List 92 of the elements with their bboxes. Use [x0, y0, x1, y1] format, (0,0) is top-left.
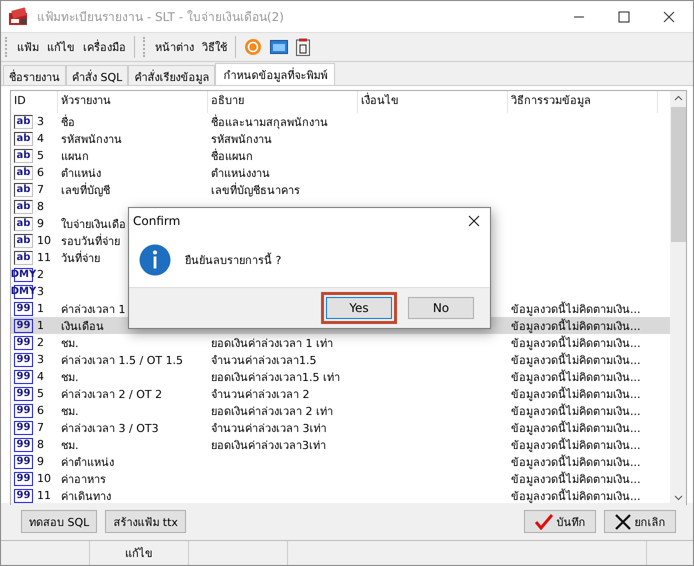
type-badge: ab — [14, 216, 33, 230]
type-badge: ab — [14, 200, 33, 214]
type-badge: ab — [14, 166, 33, 180]
type-badge: 99 — [14, 386, 33, 400]
table-cell-text: ค่าล่วงเวลา 2 / OT 2 — [61, 386, 162, 402]
table-cell-text: วันที่จ่าย — [61, 250, 100, 266]
table-cell: 10 — [37, 234, 51, 247]
table-cell: 9 — [37, 217, 44, 230]
table-cell-text: ชื่อแผนก — [211, 148, 253, 164]
table-cell: 3 — [37, 285, 44, 298]
table-cell: 2 — [37, 336, 44, 349]
table-cell-text: รหัสพนักงาน — [61, 132, 122, 147]
table-cell-text: ข้อมูลงวดนี้ไม่คิดตามเงิน... — [511, 318, 640, 334]
table-cell-text: ค่าตำแหน่ง — [61, 454, 114, 470]
table-cell-text: ยอดเงินค่าล่วงเวลา1.5 เท่า — [211, 370, 340, 385]
table-cell: 11 — [37, 489, 51, 502]
table-cell-text: ชม. — [61, 336, 78, 351]
type-badge: 99 — [14, 404, 33, 418]
table-cell-text: ข้อมูลงวดนี้ไม่คิดตามเงิน... — [511, 300, 640, 317]
table-cell: 7 — [37, 421, 44, 434]
table-cell-text: ข้อมูลงวดนี้ไม่คิดตามเงิน... — [511, 470, 640, 487]
window-title: แฟ้มทะเบียนรายงาน - SLT - ใบจ่ายเงินเดือน(2) — [37, 9, 284, 26]
table-cell: 11 — [37, 251, 51, 264]
table-cell: 5 — [37, 387, 44, 400]
table-cell-text: ตำแหน่ง — [61, 166, 101, 181]
type-badge: ab — [14, 182, 33, 196]
table-cell-text: ข้อมูลงวดนี้ไม่คิดตามเงิน... — [511, 352, 640, 368]
table-cell: 1 — [37, 319, 44, 332]
table-cell-text: ใบจ่ายเงินเดือ — [61, 216, 126, 232]
table-cell-text: รอบวันที่จ่าย — [61, 232, 120, 249]
type-badge: 99 — [14, 302, 33, 316]
table-cell-text: ข้อมูลงวดนี้ไม่คิดตามเงิน... — [511, 420, 640, 436]
table-cell-text: เงินเดือน — [61, 318, 104, 334]
table-cell-text: ค่าล่วงเวลา 1 — [61, 302, 126, 317]
table-cell-text: ยอดเงินค่าล่วงเวลา 2 เท่า — [211, 404, 333, 419]
table-cell-text: จำนวนค่าล่วงเวลา 2 — [211, 386, 310, 402]
table-cell: 7 — [37, 183, 44, 196]
table-cell-text: ชม. — [61, 438, 78, 453]
type-badge: 99 — [14, 352, 33, 366]
table-cell-text: ตำแหน่งงาน — [211, 166, 270, 181]
table-cell: 9 — [37, 455, 44, 468]
table-cell: 8 — [37, 438, 44, 451]
table-cell: 3 — [37, 353, 44, 366]
type-badge: ab — [14, 148, 33, 162]
table-cell-text: ค่าอาหาร — [61, 472, 106, 487]
type-badge: 99 — [14, 488, 33, 502]
table-cell: 8 — [37, 200, 44, 213]
table-cell: 6 — [37, 404, 44, 417]
table-cell: 5 — [37, 149, 44, 162]
table-cell-text: จำนวนค่าล่วงเวลา 3เท่า — [211, 420, 326, 436]
type-badge: ab — [14, 234, 33, 248]
type-badge: 99 — [14, 420, 33, 434]
table-cell-text: ยอดเงินค่าล่วงเวลา3เท่า — [211, 438, 326, 453]
table-cell-text: จำนวนค่าล่วงเวลา1.5 — [211, 352, 316, 368]
table-cell-text: เลขที่บัญชี — [61, 182, 110, 198]
table-cell-text: ค่าล่วงเวลา 1.5 / OT 1.5 — [61, 352, 184, 368]
table-cell: 10 — [37, 472, 51, 485]
table-cell: 2 — [37, 268, 44, 281]
table-cell-text: ข้อมูลงวดนี้ไม่คิดตามเงิน... — [511, 454, 640, 470]
table-cell: 1 — [37, 302, 44, 315]
status-text: แก้ไข — [125, 546, 153, 562]
type-badge: 99 — [14, 370, 33, 384]
table-cell-text: เลขที่บัญชีธนาคาร — [211, 182, 300, 198]
table-cell-text: ข้อมูลงวดนี้ไม่คิดตามเงิน... — [511, 368, 640, 385]
table-cell-text: ชื่อ — [61, 114, 75, 130]
dialog-message: ยืนยันลบรายการนี้ ? — [185, 252, 282, 269]
table-cell: 3 — [37, 115, 44, 128]
type-badge: ab — [14, 250, 33, 264]
table-cell: 4 — [37, 132, 44, 145]
table-cell-text: แผนก — [61, 148, 89, 164]
type-badge: 99 — [14, 454, 33, 468]
table-cell-text: ชื่อและนามสกุลพนักงาน — [211, 114, 328, 130]
dialog-title: Confirm — [133, 214, 180, 228]
table-cell-text: ข้อมูลงวดนี้ไม่คิดตามเงิน... — [511, 402, 640, 419]
table-cell-text: ยอดเงินค่าล่วงเวลา 1 เท่า — [211, 336, 333, 351]
table-cell-text: ค่าล่วงเวลา 3 / OT3 — [61, 420, 159, 436]
table-cell-text: รหัสพนักงาน — [211, 132, 272, 147]
type-badge: ab — [14, 132, 33, 146]
type-badge: ab — [14, 114, 33, 128]
table-cell-text: ข้อมูลงวดนี้ไม่คิดตามเงิน... — [511, 436, 640, 453]
table-cell-text: ข้อมูลงวดนี้ไม่คิดตามเงิน... — [511, 488, 640, 504]
table-cell: 4 — [37, 370, 44, 383]
table-cell-text: ข้อมูลงวดนี้ไม่คิดตามเงิน... — [511, 386, 640, 402]
type-badge: 99 — [14, 318, 33, 332]
table-cell-text: ชม. — [61, 404, 78, 419]
type-badge: 99 — [14, 336, 33, 350]
table-cell-text: ค่าเดินทาง — [61, 488, 111, 504]
table-cell-text: ข้อมูลงวดนี้ไม่คิดตามเงิน... — [511, 334, 640, 351]
table-cell: 6 — [37, 166, 44, 179]
table-cell-text: ชม. — [61, 370, 78, 385]
type-badge: 99 — [14, 438, 33, 452]
type-badge: 99 — [14, 472, 33, 486]
